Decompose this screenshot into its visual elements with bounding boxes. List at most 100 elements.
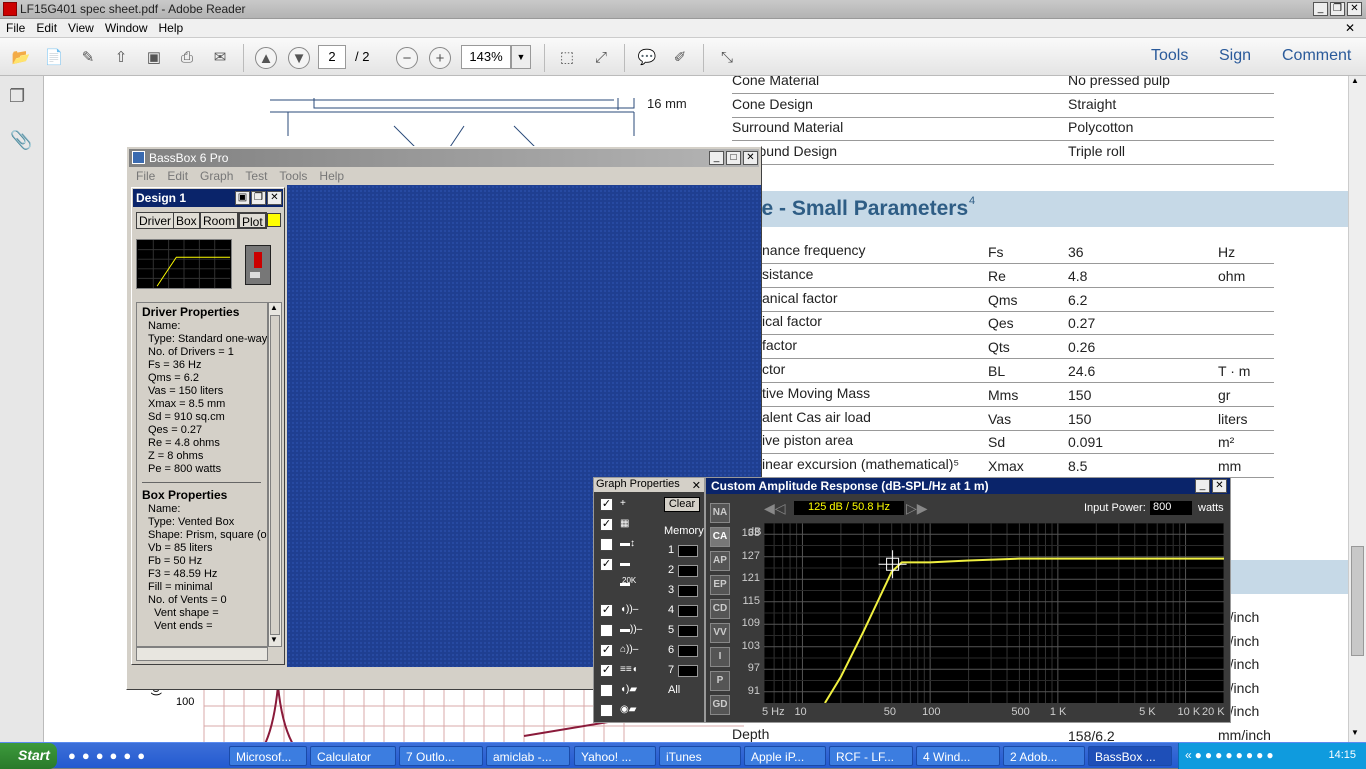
zoom-out-icon[interactable]: − xyxy=(396,47,418,69)
taskbar-item[interactable]: Yahoo! ... xyxy=(574,746,656,766)
memory-slot-button[interactable] xyxy=(678,545,698,557)
props-scroll-up-icon[interactable]: ▲ xyxy=(270,303,278,312)
taskbar-item[interactable]: Apple iP... xyxy=(744,746,826,766)
sign-link[interactable]: Sign xyxy=(1219,47,1251,65)
menu-window[interactable]: Window xyxy=(99,19,153,35)
taskbar-item[interactable]: BassBox ... xyxy=(1088,746,1172,766)
graph-type-button-gd[interactable]: GD xyxy=(710,695,730,715)
bb-menu-edit[interactable]: Edit xyxy=(160,167,193,183)
upload-icon[interactable]: ⇧ xyxy=(110,47,132,69)
next-page-icon[interactable]: ▼ xyxy=(288,47,310,69)
menu-view[interactable]: View xyxy=(62,19,99,35)
input-power-field[interactable]: 800 xyxy=(1150,501,1192,515)
taskbar-item[interactable]: RCF - LF... xyxy=(829,746,913,766)
start-button[interactable]: Start xyxy=(0,743,57,769)
graph-option-checkbox[interactable] xyxy=(600,624,613,637)
graph-type-button-ap[interactable]: AP xyxy=(710,551,730,571)
graph-option-checkbox[interactable]: ✓ xyxy=(600,644,613,657)
taskbar-item[interactable]: amiclab -... xyxy=(486,746,570,766)
highlight-icon[interactable]: ✐ xyxy=(669,47,691,69)
graph-type-button-na[interactable]: NA xyxy=(710,503,730,523)
graph-option-checkbox[interactable] xyxy=(600,684,613,697)
design-copy-icon[interactable]: ❐ xyxy=(251,191,266,205)
bassbox-maximize-button[interactable]: □ xyxy=(726,151,741,165)
comment-link[interactable]: Comment xyxy=(1282,47,1351,65)
clear-button[interactable]: Clear xyxy=(664,497,700,512)
graph-type-button-ca[interactable]: CA xyxy=(710,527,730,547)
bassbox-minimize-button[interactable]: _ xyxy=(709,151,724,165)
graph-option-checkbox[interactable] xyxy=(600,704,613,717)
close-button[interactable]: ✕ xyxy=(1347,2,1362,16)
amplitude-plot[interactable] xyxy=(764,523,1224,703)
graph-option-checkbox[interactable]: ✓ xyxy=(600,664,613,677)
bb-menu-graph[interactable]: Graph xyxy=(193,167,238,183)
memory-slot-button[interactable] xyxy=(678,585,698,597)
fit-width-icon[interactable]: ⤢ xyxy=(590,47,612,69)
vertical-scrollbar[interactable]: ▲ ▼ xyxy=(1348,76,1366,742)
amp-minimize-button[interactable]: _ xyxy=(1195,479,1210,493)
response-thumbnail[interactable] xyxy=(136,239,232,289)
properties-scrollbar[interactable]: ▲ ▼ xyxy=(268,302,282,647)
bb-menu-help[interactable]: Help xyxy=(312,167,349,183)
memory-slot-button[interactable] xyxy=(678,645,698,657)
page-number-input[interactable]: 2 xyxy=(318,45,346,69)
open-icon[interactable]: 📂 xyxy=(10,47,32,69)
scroll-down-icon[interactable]: ▼ xyxy=(1351,728,1359,737)
tray-icons[interactable]: «●●●●●●●● xyxy=(1185,748,1277,762)
zoom-input[interactable]: 143% xyxy=(461,45,511,69)
memory-slot-button[interactable] xyxy=(678,605,698,617)
minimize-button[interactable]: _ xyxy=(1313,2,1328,16)
tab-room[interactable]: Room xyxy=(200,212,239,229)
cursor-right-icon[interactable]: ▷▶ xyxy=(906,500,928,517)
taskbar-item[interactable]: 7 Outlo... xyxy=(399,746,483,766)
speaker-icon[interactable] xyxy=(245,245,271,285)
taskbar-item[interactable]: Calculator xyxy=(310,746,396,766)
props-scroll-down-icon[interactable]: ▼ xyxy=(270,635,278,644)
restore-button[interactable]: ❐ xyxy=(1330,2,1345,16)
graph-type-button-vv[interactable]: VV xyxy=(710,623,730,643)
amp-close-button[interactable]: ✕ xyxy=(1212,479,1227,493)
create-pdf-icon[interactable]: 📄 xyxy=(43,47,65,69)
tools-link[interactable]: Tools xyxy=(1151,47,1188,65)
scroll-thumb[interactable] xyxy=(1351,546,1364,656)
zoom-in-icon[interactable]: + xyxy=(429,47,451,69)
taskbar-item[interactable]: iTunes xyxy=(659,746,741,766)
menu-file[interactable]: File xyxy=(0,19,30,35)
memory-slot-button[interactable] xyxy=(678,565,698,577)
comment-icon[interactable]: 💬 xyxy=(636,47,658,69)
scroll-up-icon[interactable]: ▲ xyxy=(1351,76,1359,85)
expand-icon[interactable]: ⤡ xyxy=(716,47,738,69)
graph-properties-close-icon[interactable]: ✕ xyxy=(691,479,701,492)
graph-type-button-cd[interactable]: CD xyxy=(710,599,730,619)
bb-menu-tools[interactable]: Tools xyxy=(272,167,312,183)
props-scroll-thumb[interactable] xyxy=(270,315,280,635)
graph-option-checkbox[interactable]: ✓ xyxy=(600,518,613,531)
memory-slot-button[interactable] xyxy=(678,665,698,677)
properties-hscrollbar[interactable] xyxy=(136,647,268,661)
graph-option-checkbox[interactable] xyxy=(600,538,613,551)
plot-color-swatch[interactable] xyxy=(267,213,281,227)
memory-slot-button[interactable] xyxy=(678,625,698,637)
design-save-icon[interactable]: ▣ xyxy=(235,191,250,205)
email-icon[interactable]: ✉ xyxy=(209,47,231,69)
pages-icon[interactable]: ❐ xyxy=(9,86,25,107)
quicklaunch-icons[interactable]: ●●●●●● xyxy=(68,748,151,763)
graph-type-button-ep[interactable]: EP xyxy=(710,575,730,595)
taskbar-item[interactable]: Microsof... xyxy=(229,746,307,766)
tab-box[interactable]: Box xyxy=(173,212,200,229)
attachments-icon[interactable]: 📎 xyxy=(10,130,32,151)
graph-option-checkbox[interactable]: ✓ xyxy=(600,558,613,571)
bb-menu-file[interactable]: File xyxy=(129,167,160,183)
save-icon[interactable]: ▣ xyxy=(143,47,165,69)
design-close-button[interactable]: ✕ xyxy=(267,191,282,205)
graph-type-button-p[interactable]: P xyxy=(710,671,730,691)
prev-page-icon[interactable]: ▲ xyxy=(255,47,277,69)
close-document-icon[interactable]: ✕ xyxy=(1339,19,1360,35)
zoom-dropdown-icon[interactable]: ▼ xyxy=(511,45,531,69)
bb-menu-test[interactable]: Test xyxy=(238,167,272,183)
menu-edit[interactable]: Edit xyxy=(30,19,62,35)
fit-page-icon[interactable]: ⬚ xyxy=(556,47,578,69)
graph-type-button-i[interactable]: I xyxy=(710,647,730,667)
cursor-left-icon[interactable]: ◀◁ xyxy=(764,500,786,517)
print-icon[interactable]: ⎙ xyxy=(176,47,198,69)
